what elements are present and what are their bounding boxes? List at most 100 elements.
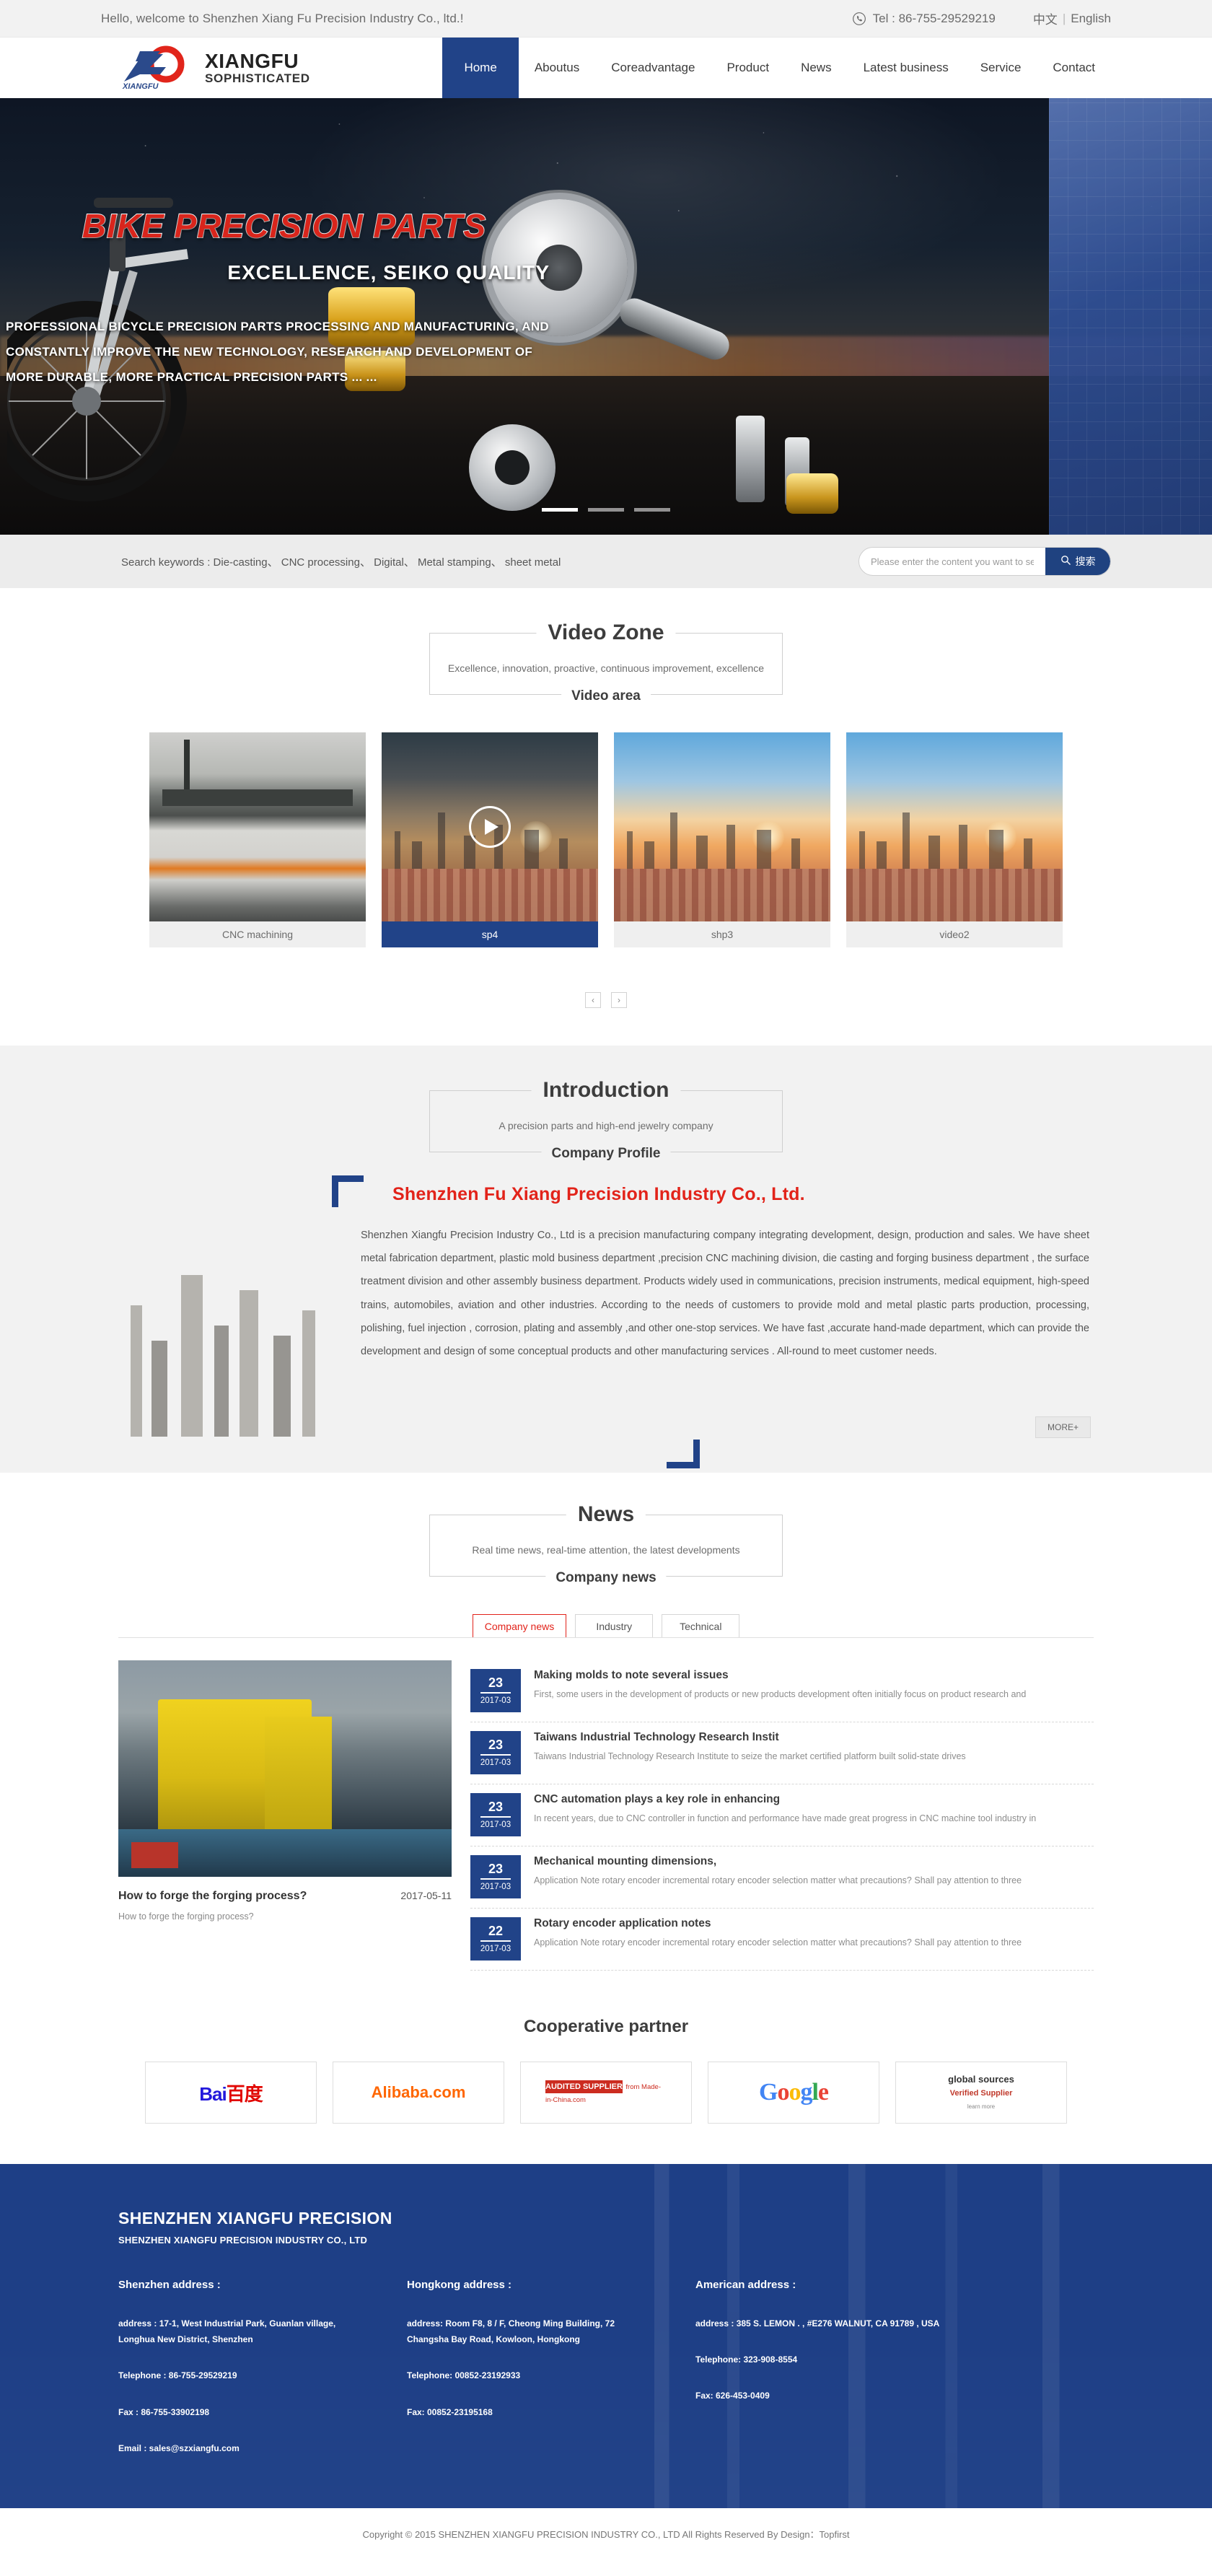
site-header: XIANGFU XIANGFU SOPHISTICATED Home About… — [0, 38, 1212, 98]
news-list-item[interactable]: 23 2017-03 CNC automation plays a key ro… — [470, 1784, 1094, 1846]
video-prev-button[interactable]: ‹ — [585, 992, 601, 1008]
partner-logo-alibaba[interactable]: Alibaba.com — [333, 2062, 504, 2124]
video-section-name: Video area — [561, 688, 651, 704]
video-next-button[interactable]: › — [611, 992, 627, 1008]
featured-news-title[interactable]: How to forge the forging process? — [118, 1890, 307, 1903]
search-input[interactable] — [859, 548, 1045, 575]
banner-dot-3[interactable] — [634, 508, 670, 512]
partner-logo-global-sources[interactable]: global sources Verified Supplier learn m… — [895, 2062, 1067, 2124]
banner-desc-line-1: PROFESSIONAL BICYCLE PRECISION PARTS PRO… — [6, 320, 549, 333]
news-list-item[interactable]: 23 2017-03 Mechanical mounting dimension… — [470, 1846, 1094, 1909]
news-item-excerpt: Application Note rotary encoder incremen… — [534, 1875, 1022, 1885]
intro-section-title: Introduction — [531, 1078, 681, 1103]
nav-item-aboutus[interactable]: Aboutus — [519, 38, 595, 98]
logo-title: XIANGFU — [205, 50, 299, 73]
news-item-excerpt: Application Note rotary encoder incremen… — [534, 1937, 1022, 1948]
decorative-corner-top-left — [332, 1175, 364, 1207]
video-thumbnail-cnc[interactable] — [149, 732, 366, 921]
news-list-item[interactable]: 23 2017-03 Taiwans Industrial Technology… — [470, 1722, 1094, 1784]
search-icon — [1060, 555, 1071, 568]
footer-column-american: American address : address : 385 S. LEMO… — [695, 2279, 939, 2476]
video-label[interactable]: video2 — [846, 921, 1063, 947]
lang-english-link[interactable]: English — [1071, 12, 1111, 26]
banner-desc-line-2: CONSTANTLY IMPROVE THE NEW TECHNOLOGY, R… — [6, 344, 533, 359]
copyright-bar: Copyright © 2015 SHENZHEN XIANGFU PRECIS… — [0, 2507, 1212, 2562]
featured-news-date: 2017-05-11 — [400, 1890, 452, 1901]
site-logo[interactable]: XIANGFU XIANGFU SOPHISTICATED — [118, 45, 310, 91]
news-list-item[interactable]: 23 2017-03 Making molds to note several … — [470, 1660, 1094, 1722]
video-thumbnail-sp4[interactable] — [382, 732, 598, 921]
news-item-title[interactable]: CNC automation plays a key role in enhan… — [534, 1793, 1036, 1806]
news-tabs-divider — [118, 1637, 1094, 1638]
forging-machine-image-2 — [265, 1717, 332, 1838]
nav-item-contact[interactable]: Contact — [1037, 38, 1111, 98]
video-carousel-controls[interactable]: ‹ › — [101, 992, 1111, 1008]
news-item-title[interactable]: Making molds to note several issues — [534, 1669, 1026, 1682]
video-section-subtitle: Excellence, innovation, proactive, conti… — [437, 662, 775, 674]
partners-section: Cooperative partner Bai百度 Alibaba.com AU… — [0, 1971, 1212, 2164]
main-navigation[interactable]: Home Aboutus Coreadvantage Product News … — [442, 38, 1111, 98]
nav-item-latest-business[interactable]: Latest business — [848, 38, 965, 98]
news-item-excerpt: First, some users in the development of … — [534, 1689, 1027, 1699]
banner-dot-2[interactable] — [588, 508, 624, 512]
news-item-title[interactable]: Taiwans Industrial Technology Research I… — [534, 1731, 966, 1744]
rooftops — [846, 868, 1063, 921]
banner-copy: BIKE PRECISION PARTS EXCELLENCE, SEIKO Q… — [0, 206, 563, 390]
footer-fax-american: Fax: 626-453-0409 — [695, 2391, 770, 2401]
video-card[interactable]: CNC machining — [149, 732, 366, 947]
site-footer: SHENZHEN XIANGFU PRECISION SHENZHEN XIAN… — [0, 2164, 1212, 2508]
video-label[interactable]: CNC machining — [149, 921, 366, 947]
search-bar: Search keywords : Die-casting、 CNC proce… — [0, 535, 1212, 588]
footer-heading-shenzhen: Shenzhen address : — [118, 2279, 221, 2291]
video-card[interactable]: video2 — [846, 732, 1063, 947]
intro-section-subtitle: A precision parts and high-end jewelry c… — [488, 1120, 724, 1131]
language-switcher[interactable]: 中文 | English — [1033, 9, 1111, 27]
lang-chinese-link[interactable]: 中文 — [1033, 9, 1058, 27]
hero-banner: BIKE PRECISION PARTS EXCELLENCE, SEIKO Q… — [0, 98, 1212, 535]
banner-dot-1[interactable] — [542, 508, 578, 512]
baidu-logo-text-a: Bai — [199, 2082, 227, 2105]
nav-item-coreadvantage[interactable]: Coreadvantage — [595, 38, 711, 98]
news-item-title[interactable]: Mechanical mounting dimensions, — [534, 1855, 1022, 1868]
footer-heading-american: American address : — [695, 2279, 796, 2291]
partner-logo-made-in-china[interactable]: AUDITED SUPPLIER from Made-in-China.com — [520, 2062, 692, 2124]
news-date-badge: 22 2017-03 — [470, 1917, 521, 1961]
news-tabs[interactable]: Company news Industry Technical — [101, 1614, 1111, 1638]
news-date-badge: 23 2017-03 — [470, 1793, 521, 1836]
rooftops — [382, 868, 598, 921]
tab-industry[interactable]: Industry — [575, 1614, 654, 1638]
search-box[interactable]: 搜索 — [858, 547, 1111, 576]
video-label[interactable]: sp4 — [382, 921, 598, 947]
search-keywords-label: Search keywords : Die-casting、 CNC proce… — [121, 556, 561, 569]
footer-address-shenzhen: address : 17-1, West Industrial Park, Gu… — [118, 2318, 336, 2345]
intro-more-button[interactable]: MORE+ — [1035, 1416, 1091, 1438]
video-thumbnail-shp3[interactable] — [614, 732, 830, 921]
video-thumbnail-video2[interactable] — [846, 732, 1063, 921]
tab-technical[interactable]: Technical — [662, 1614, 740, 1638]
nav-item-home[interactable]: Home — [442, 38, 519, 98]
video-card[interactable]: shp3 — [614, 732, 830, 947]
video-label[interactable]: shp3 — [614, 921, 830, 947]
banner-title: BIKE PRECISION PARTS — [82, 206, 487, 245]
banner-slider-dots[interactable] — [0, 508, 1212, 512]
news-day: 23 — [480, 1862, 511, 1880]
featured-news[interactable]: How to forge the forging process? 2017-0… — [118, 1660, 452, 1971]
news-item-title[interactable]: Rotary encoder application notes — [534, 1917, 1022, 1930]
video-list: CNC machining sp4 shp3 video2 — [101, 732, 1111, 947]
svg-text:XIANGFU: XIANGFU — [122, 82, 159, 90]
search-button[interactable]: 搜索 — [1045, 548, 1110, 575]
skyline-towers — [846, 805, 1063, 872]
partner-logo-baidu[interactable]: Bai百度 — [145, 2062, 317, 2124]
partner-logo-google[interactable]: Google — [708, 2062, 879, 2124]
nav-item-news[interactable]: News — [785, 38, 848, 98]
video-card[interactable]: sp4 — [382, 732, 598, 947]
news-date-badge: 23 2017-03 — [470, 1669, 521, 1712]
nav-item-product[interactable]: Product — [711, 38, 785, 98]
news-list-item[interactable]: 22 2017-03 Rotary encoder application no… — [470, 1909, 1094, 1971]
play-icon[interactable] — [469, 806, 511, 848]
footer-email-shenzhen[interactable]: Email : sales@szxiangfu.com — [118, 2440, 367, 2456]
partner-logo-list: Bai百度 Alibaba.com AUDITED SUPPLIER from … — [101, 2062, 1111, 2124]
news-day: 23 — [480, 1738, 511, 1756]
tab-company-news[interactable]: Company news — [472, 1614, 567, 1638]
nav-item-service[interactable]: Service — [965, 38, 1037, 98]
